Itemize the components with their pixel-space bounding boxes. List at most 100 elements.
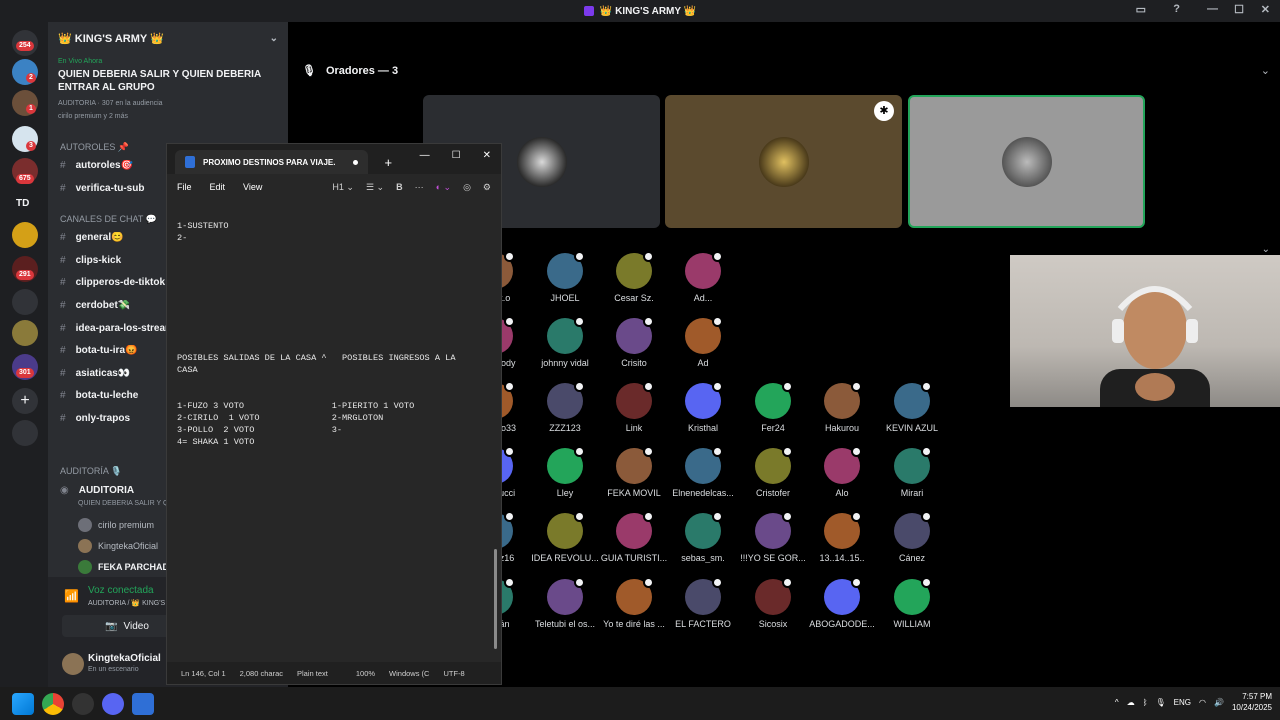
audience-member[interactable]: Crisito [600, 316, 668, 368]
live-event-card[interactable]: En Vivo Ahora QUIEN DEBERIA SALIR Y QUIE… [48, 54, 288, 124]
voice-user[interactable]: FEKA PARCHADO [78, 560, 176, 574]
new-tab-button[interactable]: + [384, 155, 392, 170]
inbox-icon[interactable]: ▭ [1136, 3, 1146, 16]
server-icon[interactable] [12, 320, 38, 346]
badge: 254 [16, 41, 34, 51]
audience-member[interactable]: JHOEL [531, 251, 599, 303]
chevron-down-icon[interactable]: ⌄ [1261, 64, 1270, 77]
close-button[interactable]: ✕ [483, 150, 491, 161]
menu-view[interactable]: View [243, 182, 262, 192]
audience-member[interactable]: Sicosix [739, 577, 807, 629]
audience-member[interactable]: Kristhal [669, 381, 737, 433]
clock-time: 7:57 PM [1242, 692, 1272, 701]
category-autoroles[interactable]: AUTOROLES 📌 [60, 142, 129, 153]
minimize-button[interactable]: — [420, 150, 430, 161]
audience-member[interactable]: Cánez [878, 511, 946, 563]
avatar[interactable] [62, 653, 84, 675]
folder-icon[interactable] [12, 289, 38, 315]
menu-file[interactable]: File [177, 182, 192, 192]
audience-member[interactable]: sebas_sm. [669, 511, 737, 563]
voice-user[interactable]: KingtekaOficial [78, 539, 158, 553]
channel-label: verifica-tu-sub [75, 183, 145, 194]
status-format[interactable]: Plain text [297, 669, 328, 678]
minimize-button[interactable]: — [1207, 3, 1218, 15]
audience-member[interactable]: johnny vidal [531, 316, 599, 368]
channel-label: asiaticas👀 [75, 368, 131, 379]
notepad-text-area[interactable]: 1-SUSTENTO 2- POSIBLES SALIDAS DE LA CAS… [177, 220, 455, 448]
wifi-icon[interactable]: ◠ [1199, 698, 1206, 707]
account-icon[interactable]: ◎ [463, 182, 471, 193]
maximize-button[interactable]: ☐ [1234, 3, 1244, 16]
cloud-icon[interactable]: ☁ [1127, 698, 1135, 707]
category-auditoria[interactable]: AUDITORÍA 🎙️ [60, 466, 122, 477]
speaker-tile[interactable] [908, 95, 1145, 228]
audience-member-name: ZZZ123 [549, 423, 581, 433]
notepad-tab[interactable]: PROXIMO DESTINOS PARA VIAJE. [175, 150, 369, 174]
status-line-ending[interactable]: Windows (C [389, 669, 429, 678]
audience-member[interactable]: Ad... [669, 251, 737, 303]
audience-member[interactable]: IDEA REVOLU... [531, 511, 599, 563]
category-canales-de-chat[interactable]: CANALES DE CHAT 💬 [60, 214, 157, 225]
scrollbar[interactable] [494, 549, 497, 649]
audience-member[interactable]: Link [600, 381, 668, 433]
speaker-tile[interactable]: ✱ [665, 95, 902, 228]
audience-member[interactable]: GUIA TURISTI... [600, 511, 668, 563]
audience-member[interactable]: EL FACTERO [669, 577, 737, 629]
audience-member[interactable]: KEVIN AZUL [878, 381, 946, 433]
audience-member[interactable]: ABOGADODE... [808, 577, 876, 629]
audience-member[interactable]: Alo [808, 446, 876, 498]
help-icon[interactable]: ? [1173, 3, 1180, 15]
audience-member-name: Cesar Sz. [614, 293, 654, 303]
maximize-button[interactable]: ☐ [452, 150, 461, 161]
voice-user[interactable]: cirilo premium [78, 518, 154, 532]
audience-member[interactable]: Teletubi el os... [531, 577, 599, 629]
menu-edit[interactable]: Edit [210, 182, 226, 192]
voice-status[interactable]: Voz conectada [88, 585, 154, 596]
audience-member[interactable]: Fer24 [739, 381, 807, 433]
server-header[interactable]: 👑 KING'S ARMY 👑 ⌄ [48, 22, 288, 54]
server-label-td[interactable]: TD [16, 198, 29, 209]
muted-mic-icon [712, 381, 723, 392]
discord-icon[interactable] [102, 692, 124, 715]
audience-member[interactable]: WILLIAM [878, 577, 946, 629]
notepad-icon[interactable] [132, 692, 154, 715]
chrome-icon[interactable] [42, 692, 64, 715]
mic-icon[interactable]: 🎙 [1156, 698, 1166, 707]
audience-member[interactable]: Ad [669, 316, 737, 368]
copilot-icon[interactable]: ◐ ⌄ [436, 182, 451, 193]
audience-member[interactable]: Hakurou [808, 381, 876, 433]
volume-icon[interactable]: 🔊 [1214, 698, 1224, 707]
add-server-icon[interactable]: + [12, 388, 38, 414]
obs-icon[interactable] [72, 692, 94, 715]
audience-member[interactable]: Lley [531, 446, 599, 498]
more-icon[interactable]: ··· [415, 182, 424, 193]
heading-select[interactable]: H1 ⌄ [332, 182, 354, 193]
audience-member[interactable]: !!!YO SE GOR... [739, 511, 807, 563]
chevron-down-icon[interactable]: ⌄ [1262, 244, 1270, 255]
close-button[interactable]: ✕ [1261, 3, 1270, 16]
audience-member[interactable]: Elnenedelcas... [669, 446, 737, 498]
clock[interactable]: 7:57 PM 10/24/2025 [1232, 691, 1272, 713]
language-indicator[interactable]: ENG [1174, 698, 1191, 707]
audience-member[interactable]: Cristofer [739, 446, 807, 498]
audience-member[interactable]: Cesar Sz. [600, 251, 668, 303]
list-icon[interactable]: ☰ ⌄ [366, 182, 384, 193]
server-icon[interactable] [12, 222, 38, 248]
status-encoding[interactable]: UTF-8 [443, 669, 464, 678]
settings-gear-icon[interactable]: ⚙ [483, 182, 491, 193]
muted-mic-icon [921, 511, 932, 522]
windows-start-icon[interactable] [12, 692, 34, 715]
bold-icon[interactable]: B [396, 182, 403, 193]
bluetooth-icon[interactable]: ᛒ [1143, 698, 1148, 707]
audience-member[interactable]: FEKA MOVIL [600, 446, 668, 498]
avatar [78, 560, 92, 574]
avatar [894, 511, 932, 549]
avatar [516, 136, 567, 187]
status-zoom[interactable]: 100% [356, 669, 375, 678]
audience-member[interactable]: 13..14..15.. [808, 511, 876, 563]
audience-member[interactable]: Mirari [878, 446, 946, 498]
tray-chevron-icon[interactable]: ^ [1115, 698, 1119, 707]
discover-icon[interactable] [12, 420, 38, 446]
audience-member[interactable]: ZZZ123 [531, 381, 599, 433]
audience-member[interactable]: Yo te diré las ... [600, 577, 668, 629]
